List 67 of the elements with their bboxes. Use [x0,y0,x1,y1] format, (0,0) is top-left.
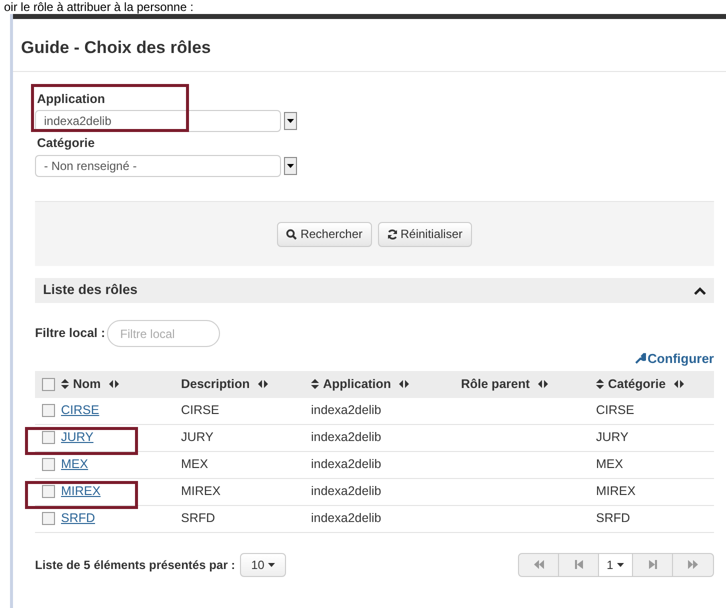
role-link[interactable]: MEX [61,457,88,472]
filter-label: Filtre local : [35,325,106,342]
list-summary: Liste de 5 éléments présentés par : [35,556,236,574]
column-header[interactable]: Application [311,374,461,394]
search-button[interactable]: Rechercher [277,222,372,246]
table-cell: MIREX [596,484,636,498]
double-arrow-icon [534,560,544,569]
dropdown-arrow-icon [287,119,294,124]
table-cell: JURY [181,430,214,444]
table-cell: MEX [181,457,208,472]
role-link[interactable]: MIREX [61,484,101,498]
table-cell: CIRSE [181,403,220,418]
resize-icon [108,380,119,388]
resize-icon [674,380,684,388]
table-cell: indexa2delib [311,511,382,526]
list-title: Liste des rôles [43,281,139,300]
table-cell: indexa2delib [311,484,382,498]
resize-icon [258,380,268,388]
field-label: Application [36,90,106,108]
checkbox[interactable] [42,404,54,417]
skip-arrow-icon [574,560,584,569]
role-link[interactable]: SRFD [61,511,96,526]
configure-link[interactable]: Configurer [634,349,714,368]
caret-icon [617,562,624,566]
role-link[interactable]: CIRSE [61,403,100,418]
table-cell: MEX [596,457,624,472]
table-cell: MIREX [181,484,221,498]
skip-arrow-icon [648,560,658,569]
sort-icon [311,379,319,389]
table-cell: indexa2delib [311,457,382,472]
refresh-icon [386,228,398,240]
column-header[interactable]: Catégorie [596,374,714,394]
table-cell: CIRSE [596,403,634,418]
table-cell: indexa2delib [311,403,382,418]
column-header[interactable]: Nom [61,374,181,394]
dropdown-arrow-icon [287,164,294,168]
page-dropdown[interactable]: 1 [599,554,633,576]
sort-icon [596,379,604,389]
checkbox[interactable] [42,512,54,525]
sort-icon [61,379,69,389]
column-header[interactable]: Description [181,374,311,394]
checkbox[interactable] [42,431,54,444]
page-title: Guide - Choix des rôles [20,37,212,59]
dropdown-button[interactable] [284,157,297,175]
caption-text: oir le rôle à attribuer à la personne : [3,0,194,14]
select-field[interactable]: - Non renseigné - [35,155,281,177]
filter-field[interactable]: Filtre local [107,320,220,347]
double-arrow-icon [688,560,698,569]
caret-icon [268,562,276,566]
table-cell: JURY [596,430,628,444]
table-cell: SRFD [596,511,630,526]
resize-icon [399,380,410,388]
search-icon [286,228,298,240]
chevron-up-icon[interactable] [694,286,706,294]
checkbox[interactable] [42,458,54,471]
checkbox[interactable] [42,378,54,390]
resize-icon [538,380,548,388]
column-header[interactable]: Rôle parent [461,374,596,394]
table-cell: SRFD [181,511,216,526]
role-link[interactable]: JURY [61,430,94,444]
checkbox[interactable] [42,485,54,498]
page-size-dropdown[interactable]: 10 [240,552,286,576]
field-label: Catégorie [36,135,96,152]
table-cell: indexa2delib [311,430,382,444]
dropdown-button[interactable] [284,112,297,130]
reset-button[interactable]: Réinitialiser [378,222,472,246]
select-field[interactable]: indexa2delib [35,110,281,132]
